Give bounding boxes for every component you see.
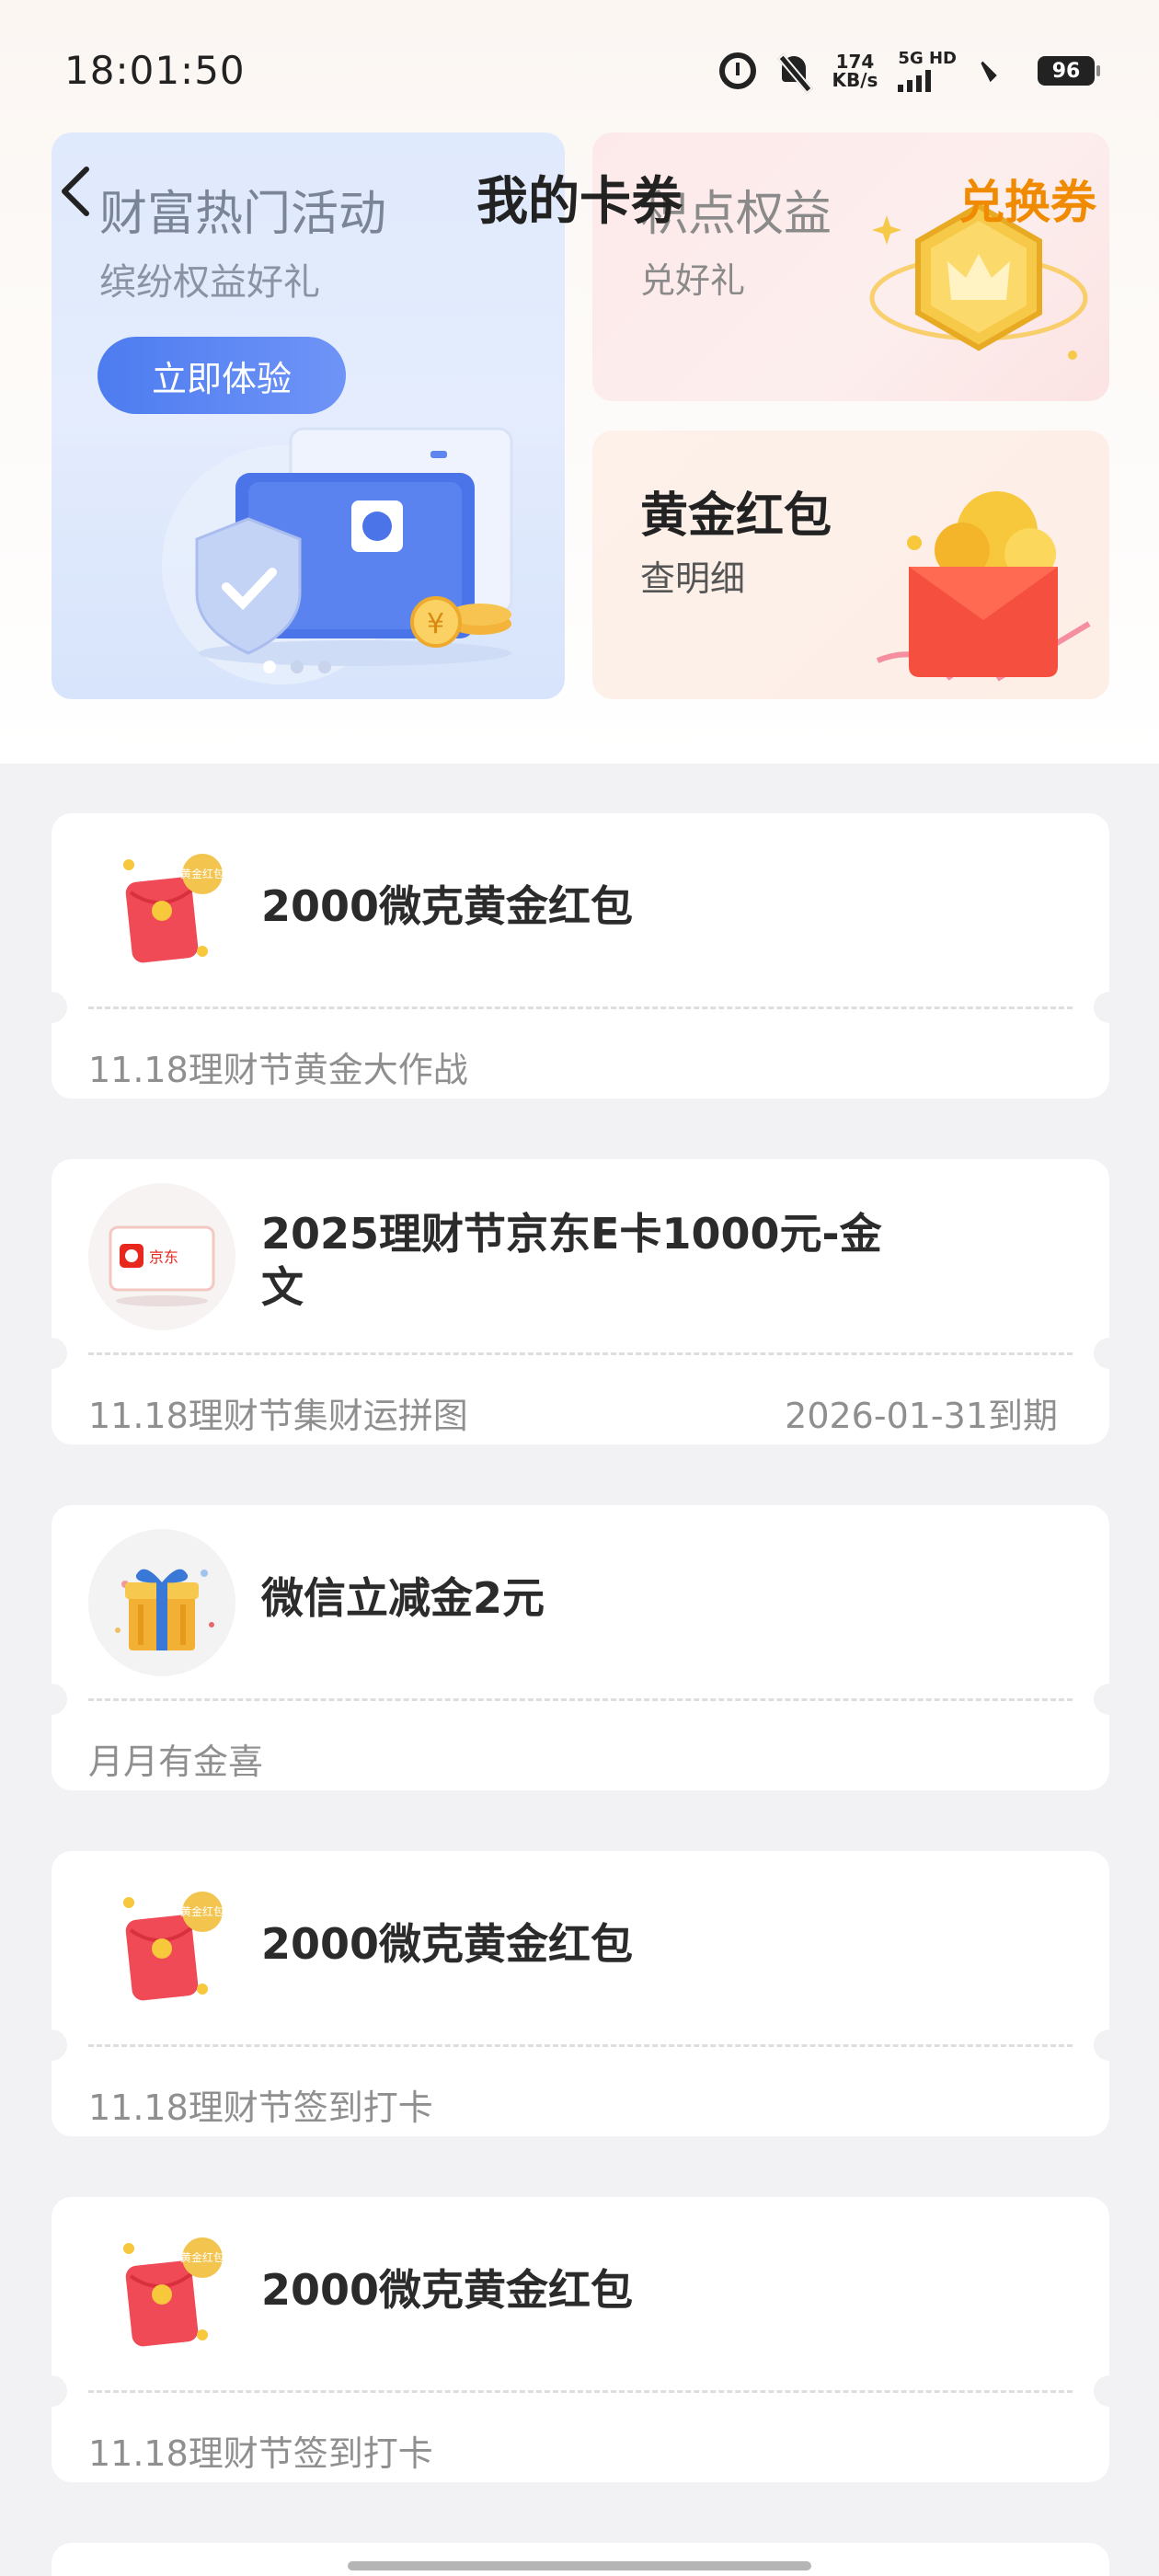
coupon-divider	[88, 2044, 1073, 2047]
alarm-icon	[719, 52, 757, 89]
carousel-indicator	[263, 661, 331, 673]
signal-bars-icon	[898, 69, 932, 92]
jd-card-icon: 京东	[88, 1183, 235, 1330]
status-bar: 18:01:50 174 KB/s 5G HD 96	[0, 0, 1159, 138]
network-speed-value: 174	[835, 51, 875, 73]
coupon-source: 11.18理财节黄金大作战	[88, 1050, 468, 1090]
gold-badge-text: 黄金红包	[180, 1904, 224, 1918]
points-banner-subtitle: 兑好礼	[640, 260, 746, 301]
gold-red-packet-title: 黄金红包	[640, 489, 832, 544]
coupon-card[interactable]: 京东 2025理财节京东E卡1000元-金文 11.18理财节集财运拼图 202…	[52, 1159, 1109, 1444]
jd-logo-text: 京东	[149, 1248, 178, 1266]
coupon-title: 2000微克黄金红包	[261, 2265, 634, 2315]
coupon-card-partial[interactable]	[52, 2543, 1109, 2576]
red-packet-icon: 黄金红包	[123, 2237, 224, 2347]
back-button[interactable]	[55, 164, 98, 219]
coupon-title: 微信立减金2元	[261, 1573, 545, 1623]
home-indicator[interactable]	[348, 2561, 811, 2570]
coupon-card[interactable]: 黄金红包 2000微克黄金红包 11.18理财节签到打卡	[52, 1851, 1109, 2136]
gold-red-packet-subtitle: 查明细	[640, 558, 746, 599]
coupon-expiry: 2026-01-31到期	[785, 1396, 1058, 1436]
cellular-signal: 5G HD	[898, 48, 957, 92]
svg-text:¥: ¥	[427, 608, 444, 640]
coupon-title: 2000微克黄金红包	[261, 1919, 634, 1969]
exchange-coupon-button[interactable]: 兑换券	[958, 166, 1096, 232]
coupon-divider	[88, 2390, 1073, 2393]
chevron-left-icon	[62, 167, 89, 216]
network-speed: 174 KB/s	[832, 52, 878, 89]
coupon-divider	[88, 1352, 1073, 1355]
coupon-source: 11.18理财节签到打卡	[88, 2433, 433, 2474]
red-envelope-gold-icon	[876, 491, 1091, 682]
red-packet-icon: 黄金红包	[123, 1892, 224, 2001]
network-speed-unit: KB/s	[832, 69, 878, 91]
coupon-card[interactable]: 黄金红包 2000微克黄金红包 11.18理财节黄金大作战	[52, 813, 1109, 1098]
coupon-divider	[88, 1006, 1073, 1009]
coupon-source: 11.18理财节集财运拼图	[88, 1396, 468, 1436]
mute-bell-icon	[776, 52, 811, 89]
gold-red-packet-banner[interactable]: 黄金红包 查明细	[592, 431, 1109, 699]
coupon-source: 11.18理财节签到打卡	[88, 2087, 433, 2128]
page-title: 我的卡券	[476, 172, 683, 232]
carousel-dot	[318, 661, 331, 673]
carousel-dot	[291, 661, 304, 673]
carousel-dot	[263, 661, 276, 673]
gold-badge-text: 黄金红包	[180, 867, 224, 880]
coupon-card[interactable]: 微信立减金2元 月月有金喜	[52, 1505, 1109, 1790]
wifi-icon	[977, 55, 1017, 86]
gift-box-icon	[88, 1529, 235, 1676]
gold-badge-text: 黄金红包	[180, 2250, 224, 2264]
coupon-title: 2025理财节京东E卡1000元-金文	[261, 1209, 882, 1312]
battery-indicator: 96	[1038, 56, 1100, 86]
red-packet-icon: 黄金红包	[123, 854, 224, 963]
coupon-source: 月月有金喜	[88, 1742, 264, 1782]
network-type-label: 5G HD	[898, 48, 957, 68]
coupon-divider	[88, 1698, 1073, 1701]
coupon-card[interactable]: 黄金红包 2000微克黄金红包 11.18理财节签到打卡	[52, 2197, 1109, 2482]
status-time: 18:01:50	[64, 48, 246, 93]
status-icons: 174 KB/s 5G HD 96	[719, 48, 1100, 94]
coupon-title: 2000微克黄金红包	[261, 881, 634, 931]
